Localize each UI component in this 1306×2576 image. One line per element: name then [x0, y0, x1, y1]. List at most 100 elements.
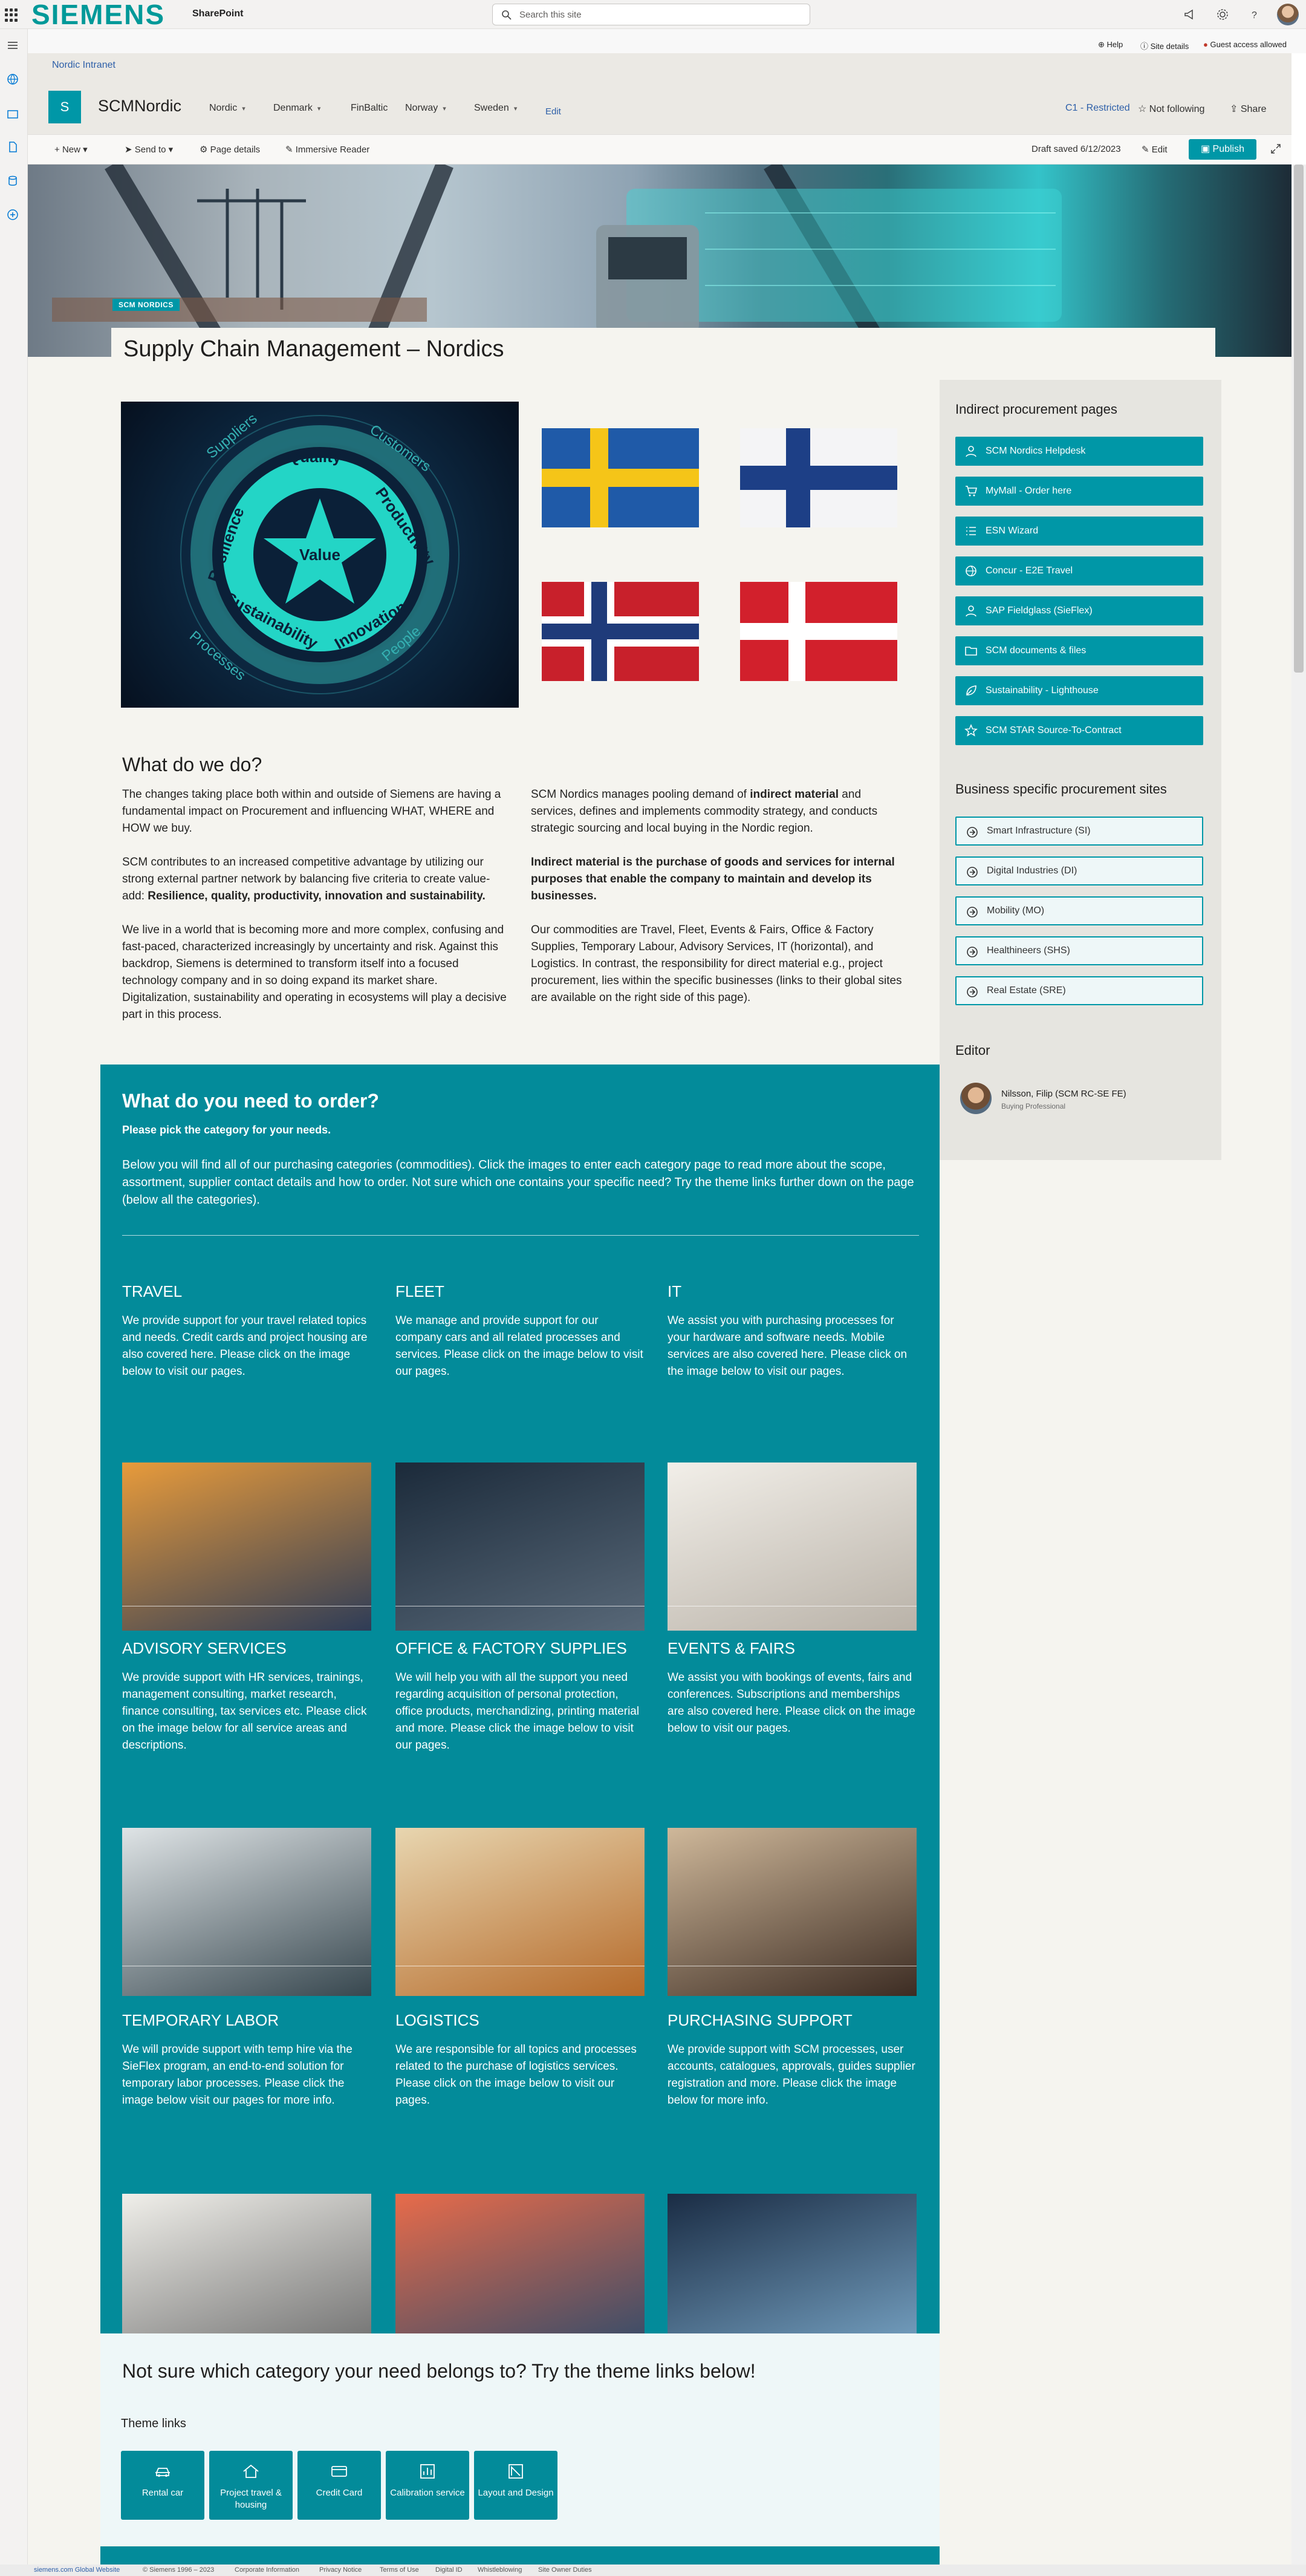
scrollbar-thumb[interactable]	[1294, 165, 1304, 673]
category-image[interactable]	[668, 1828, 917, 1996]
breadcrumb[interactable]: Nordic Intranet	[52, 60, 115, 71]
site-logo[interactable]: S	[48, 91, 81, 123]
category-title: LOGISTICS	[395, 2011, 479, 2029]
order-heading: What do you need to order?	[122, 1090, 379, 1112]
left-rail	[0, 29, 28, 2569]
theme-link-label: Credit Card	[316, 2488, 363, 2498]
help-icon[interactable]: ?	[1247, 7, 1261, 22]
house-icon	[243, 2464, 259, 2478]
indirect-link-button[interactable]: Sustainability - Lighthouse	[955, 676, 1203, 705]
follow-button[interactable]: ☆ Not following	[1138, 103, 1204, 115]
theme-link-button[interactable]: Layout and Design	[474, 2451, 557, 2520]
editor-avatar[interactable]	[960, 1083, 992, 1114]
link-icon	[967, 867, 978, 878]
footer-link[interactable]: Site Owner Duties	[538, 2566, 592, 2574]
theme-label: Theme links	[121, 2417, 186, 2430]
list-icon	[966, 527, 976, 535]
globe-icon[interactable]	[6, 73, 19, 86]
category-title: OFFICE & FACTORY SUPPLIES	[395, 1639, 627, 1657]
app-launcher-icon[interactable]	[5, 8, 18, 22]
theme-link-button[interactable]: Rental car	[121, 2451, 204, 2520]
category-title: ADVISORY SERVICES	[122, 1639, 287, 1657]
nav-item-sweden[interactable]: Sweden ▾	[474, 103, 517, 114]
business-link-label: Mobility (MO)	[987, 905, 1045, 916]
footer-link[interactable]: Privacy Notice	[319, 2566, 362, 2574]
category-image[interactable]	[395, 1828, 645, 1996]
category-title: PURCHASING SUPPORT	[668, 2011, 853, 2029]
indirect-link-button[interactable]: MyMall - Order here	[955, 477, 1203, 506]
indirect-link-button[interactable]: ESN Wizard	[955, 517, 1203, 546]
category-title: TEMPORARY LABOR	[122, 2011, 279, 2029]
footer-link[interactable]: Digital ID	[435, 2566, 463, 2574]
category-title: TRAVEL	[122, 1282, 183, 1300]
send-to-button[interactable]: ➤ Send to ▾	[125, 144, 173, 155]
indirect-link-button[interactable]: SAP Fieldglass (SieFlex)	[955, 596, 1203, 625]
category-title: FLEET	[395, 1282, 444, 1300]
site-details-link[interactable]: ⓘ Site details	[1140, 40, 1189, 51]
business-heading: Business specific procurement sites	[955, 781, 1167, 797]
nav-item-norway[interactable]: Norway ▾	[405, 103, 446, 114]
theme-link-button[interactable]: Credit Card	[297, 2451, 381, 2520]
folder-icon	[965, 647, 977, 656]
business-link-button[interactable]: Digital Industries (DI)	[955, 856, 1203, 885]
business-link-button[interactable]: Smart Infrastructure (SI)	[955, 817, 1203, 846]
theme-link-button[interactable]: Project travel & housing	[209, 2451, 293, 2520]
theme-link-button[interactable]: Calibration service	[386, 2451, 469, 2520]
add-circle-icon[interactable]	[6, 208, 19, 221]
footer-link[interactable]: Whistleblowing	[478, 2566, 522, 2574]
theme-link-label: Layout and Design	[478, 2488, 554, 2498]
publish-button[interactable]: ▣ Publish	[1189, 139, 1256, 160]
immersive-reader-button[interactable]: ✎ Immersive Reader	[285, 144, 369, 155]
indirect-link-label: Sustainability - Lighthouse	[986, 685, 1099, 696]
megaphone-icon[interactable]	[1183, 7, 1197, 22]
footer-link[interactable]: Terms of Use	[380, 2566, 419, 2574]
editor-name[interactable]: Nilsson, Filip (SCM RC-SE FE)	[1001, 1089, 1126, 1099]
footer-link[interactable]: siemens.com Global Website	[34, 2566, 120, 2574]
siemens-logo[interactable]: SIEMENS	[31, 1, 165, 28]
site-name[interactable]: SCMNordic	[98, 97, 181, 116]
category-description: We assist you with bookings of events, f…	[668, 1671, 915, 1735]
link-icon	[967, 907, 978, 918]
footer-link[interactable]: Corporate Information	[235, 2566, 299, 2574]
indirect-link-button[interactable]: SCM documents & files	[955, 636, 1203, 665]
share-button[interactable]: ⇪ Share	[1230, 103, 1267, 115]
what-do-right-para-2: Indirect material is the purchase of goo…	[531, 856, 895, 902]
what-do-heading: What do we do?	[122, 754, 262, 775]
nav-edit-link[interactable]: Edit	[545, 106, 561, 117]
category-image[interactable]	[122, 1828, 371, 1996]
what-do-left: The changes taking place both within and…	[122, 786, 509, 1023]
indirect-link-button[interactable]: SCM STAR Source-To-Contract	[955, 716, 1203, 745]
theme-link-label: Calibration service	[390, 2488, 465, 2498]
value-image[interactable]: Value Suppliers Customers Processes Peop…	[121, 402, 519, 708]
gear-icon[interactable]	[1215, 7, 1230, 22]
page-details-button[interactable]: ⚙ Page details	[200, 144, 260, 155]
search-icon	[502, 10, 512, 20]
news-icon[interactable]	[6, 108, 19, 121]
indirect-link-button[interactable]: SCM Nordics Helpdesk	[955, 437, 1203, 466]
app-name[interactable]: SharePoint	[192, 8, 243, 19]
person-icon	[966, 446, 976, 457]
document-icon[interactable]	[6, 140, 19, 154]
indirect-link-button[interactable]: Concur - E2E Travel	[955, 556, 1203, 585]
expand-icon[interactable]	[1270, 143, 1282, 155]
nav-item-finbaltic[interactable]: FinBaltic	[351, 103, 388, 114]
help-link[interactable]: ⊕ Help	[1098, 40, 1123, 50]
business-link-button[interactable]: Real Estate (SRE)	[955, 976, 1203, 1005]
classification-label[interactable]: C1 - Restricted	[1065, 103, 1130, 114]
edit-button[interactable]: ✎ Edit	[1142, 144, 1168, 155]
flag-denmark	[740, 582, 897, 681]
nav-item-denmark[interactable]: Denmark ▾	[273, 103, 320, 114]
menu-icon[interactable]	[6, 39, 19, 52]
business-link-button[interactable]: Mobility (MO)	[955, 896, 1203, 925]
flag-sweden	[542, 428, 699, 527]
nav-item-nordic[interactable]: Nordic ▾	[209, 103, 245, 114]
new-button[interactable]: + New ▾	[54, 144, 88, 155]
business-link-label: Healthineers (SHS)	[987, 945, 1070, 956]
database-icon[interactable]	[6, 174, 19, 187]
category-description: We provide support for your travel relat…	[122, 1314, 368, 1378]
search-box[interactable]: Search this site	[492, 4, 810, 25]
user-avatar[interactable]	[1277, 4, 1299, 25]
category-description: We will help you with all the support yo…	[395, 1671, 640, 1752]
link-icon	[967, 947, 978, 957]
business-link-button[interactable]: Healthineers (SHS)	[955, 936, 1203, 965]
